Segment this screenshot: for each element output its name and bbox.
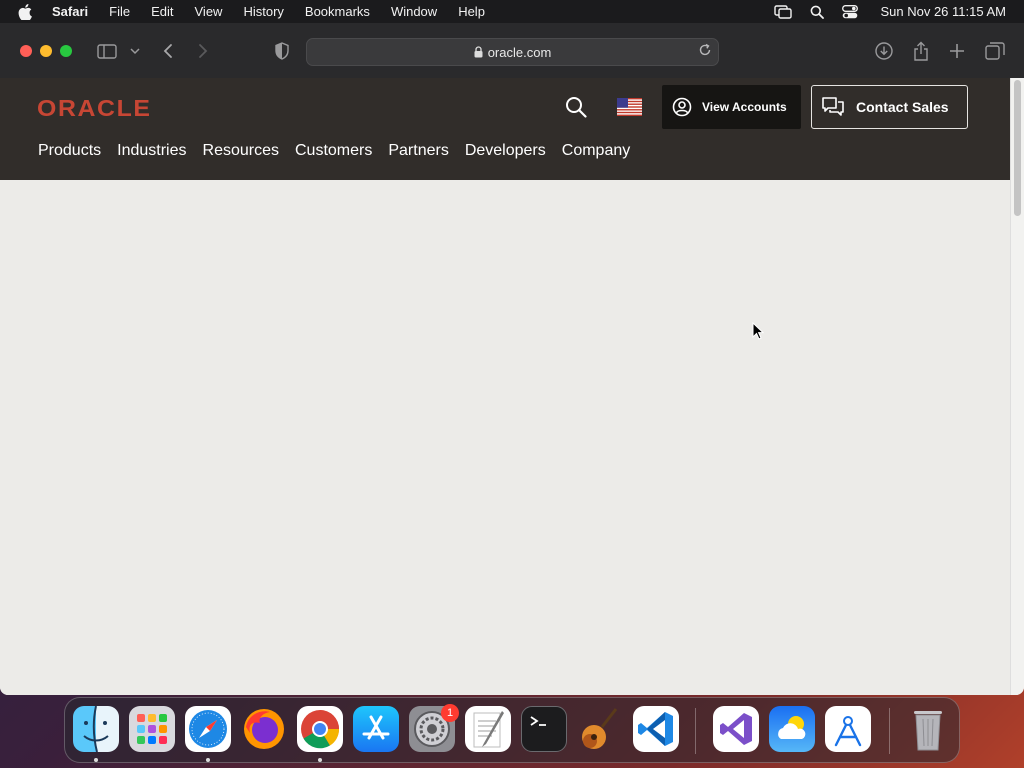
- nav-customers[interactable]: Customers: [295, 142, 372, 160]
- nav-developers[interactable]: Developers: [465, 142, 546, 160]
- minimize-window-button[interactable]: [40, 45, 52, 57]
- safari-icon[interactable]: [185, 706, 231, 752]
- nav-company[interactable]: Company: [562, 142, 630, 160]
- weather-icon[interactable]: [769, 706, 815, 752]
- mouse-cursor-icon: [752, 321, 765, 345]
- trash-icon[interactable]: [905, 706, 951, 752]
- finder-icon[interactable]: [73, 706, 119, 752]
- firefox-icon[interactable]: [241, 706, 287, 752]
- nav-products[interactable]: Products: [38, 142, 101, 160]
- control-center-icon[interactable]: [842, 4, 859, 19]
- menu-view[interactable]: View: [195, 4, 223, 19]
- dock-separator: [695, 708, 696, 754]
- user-circle-icon: [672, 97, 692, 117]
- reload-icon[interactable]: [698, 43, 712, 57]
- search-icon[interactable]: [564, 95, 588, 119]
- spotlight-icon[interactable]: [810, 5, 825, 19]
- oracle-logo[interactable]: ORACLE: [37, 95, 152, 122]
- address-bar[interactable]: oracle.com: [306, 38, 719, 66]
- lock-icon: [474, 46, 483, 58]
- nav-partners[interactable]: Partners: [388, 142, 448, 160]
- running-indicator: [94, 758, 98, 762]
- dock: 1: [64, 697, 960, 763]
- tab-overview-icon[interactable]: [985, 40, 1005, 62]
- downloads-icon[interactable]: [874, 40, 894, 62]
- menu-history[interactable]: History: [243, 4, 283, 19]
- close-window-button[interactable]: [20, 45, 32, 57]
- textedit-icon[interactable]: [465, 706, 511, 752]
- nav-industries[interactable]: Industries: [117, 142, 186, 160]
- chevron-down-icon[interactable]: [130, 40, 140, 62]
- safari-toolbar: oracle.com: [0, 23, 1024, 79]
- us-flag-icon[interactable]: [617, 98, 642, 116]
- nav-resources[interactable]: Resources: [203, 142, 279, 160]
- share-icon[interactable]: [912, 40, 930, 62]
- app-store-icon[interactable]: [353, 706, 399, 752]
- menu-bar: Safari File Edit View History Bookmarks …: [0, 0, 1024, 23]
- menu-file[interactable]: File: [109, 4, 130, 19]
- privacy-shield-icon[interactable]: [274, 40, 290, 62]
- garageband-icon[interactable]: [577, 706, 623, 752]
- safari-window: oracle.com ORACLE View Accounts Contact …: [0, 23, 1024, 695]
- chat-bubbles-icon: [822, 97, 844, 117]
- scrollbar-thumb[interactable]: [1014, 80, 1021, 216]
- apple-menu-icon[interactable]: [18, 3, 38, 20]
- oracle-header: ORACLE View Accounts Contact Sales Produ…: [0, 78, 1010, 180]
- web-page: ORACLE View Accounts Contact Sales Produ…: [0, 78, 1010, 695]
- back-icon[interactable]: [162, 40, 174, 62]
- vertical-scrollbar[interactable]: [1010, 78, 1024, 695]
- running-indicator: [318, 758, 322, 762]
- running-indicator: [206, 758, 210, 762]
- fullscreen-window-button[interactable]: [60, 45, 72, 57]
- forward-icon[interactable]: [197, 40, 209, 62]
- menu-app-name[interactable]: Safari: [52, 4, 88, 19]
- menu-edit[interactable]: Edit: [151, 4, 173, 19]
- view-accounts-button[interactable]: View Accounts: [662, 85, 801, 129]
- vscode-icon[interactable]: [633, 706, 679, 752]
- chrome-icon[interactable]: [297, 706, 343, 752]
- url-text[interactable]: oracle.com: [488, 45, 552, 60]
- instruments-icon[interactable]: [825, 706, 871, 752]
- contact-sales-label: Contact Sales: [856, 99, 949, 115]
- new-tab-icon[interactable]: [949, 40, 965, 62]
- main-nav: Products Industries Resources Customers …: [38, 142, 646, 160]
- notification-badge: 1: [441, 704, 459, 722]
- terminal-icon[interactable]: [521, 706, 567, 752]
- menubar-clock[interactable]: Sun Nov 26 11:15 AM: [880, 4, 1006, 19]
- window-controls: [20, 45, 80, 57]
- sidebar-toggle-icon[interactable]: [97, 40, 117, 62]
- menu-help[interactable]: Help: [458, 4, 485, 19]
- launchpad-icon[interactable]: [129, 706, 175, 752]
- menu-bookmarks[interactable]: Bookmarks: [305, 4, 370, 19]
- visual-studio-icon[interactable]: [713, 706, 759, 752]
- view-accounts-label: View Accounts: [702, 100, 787, 114]
- dock-separator: [889, 708, 890, 754]
- contact-sales-button[interactable]: Contact Sales: [811, 85, 968, 129]
- screen-mirroring-icon[interactable]: [774, 4, 793, 19]
- menu-window[interactable]: Window: [391, 4, 437, 19]
